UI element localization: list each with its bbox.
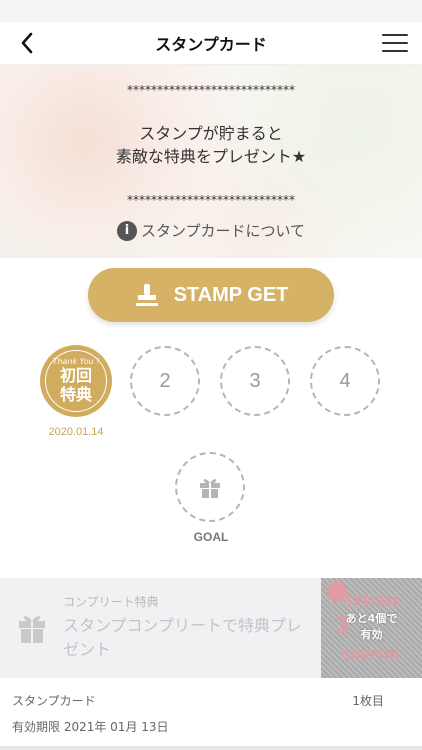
gift-icon xyxy=(19,615,45,643)
chevron-left-icon xyxy=(21,32,33,54)
stamp-get-button[interactable]: STAMP GET xyxy=(88,268,334,322)
thank-you-arc-text: Thank You ! xyxy=(52,357,100,366)
goal-slot xyxy=(175,452,245,522)
stamp-slot-3: 3 xyxy=(220,346,290,416)
bottom-divider xyxy=(0,746,422,750)
decorative-stars-top: **************************** xyxy=(127,83,295,97)
coupon-tag-badge xyxy=(327,582,347,602)
stamp-text-line-2: 特典 xyxy=(59,385,92,404)
info-icon: i xyxy=(116,220,137,241)
card-count: 1枚目 xyxy=(352,694,384,708)
hero-message-line-1: スタンプが貯まると xyxy=(139,124,283,143)
stamp-slot-1-stamped: Thank You ! 初回 特典 xyxy=(40,345,112,417)
coupon-thumbnail: SPECIAL 3 COUPON あと4個で 有効 xyxy=(321,578,422,678)
hero-message: スタンプが貯まると 素敵な特典をプレゼント★ xyxy=(0,122,422,168)
card-footer: スタンプカード 1枚目 有効期限 2021年 01月 13日 xyxy=(0,678,422,750)
status-bar xyxy=(0,0,422,22)
hero-message-line-2: 素敵な特典をプレゼント★ xyxy=(115,147,307,166)
coupon-remaining-overlay: あと4個で 有効 xyxy=(321,611,422,643)
goal-label: GOAL xyxy=(193,530,229,544)
coupon-label-text: COUPON xyxy=(341,648,399,662)
coupon-remaining-line-2: 有効 xyxy=(360,628,383,641)
about-stamp-card-label: スタンプカードについて xyxy=(140,222,306,240)
stamp-slot-2: 2 xyxy=(130,346,200,416)
page-title: スタンプカード xyxy=(155,35,267,54)
expiry-date: 有効期限 2021年 01月 13日 xyxy=(12,720,169,734)
stamp-date: 2020.01.14 xyxy=(48,426,104,438)
coupon-special-text: SPECIAL xyxy=(345,594,401,608)
stamp-icon xyxy=(135,284,158,306)
coupon-remaining-line-1: あと4個で xyxy=(345,612,398,625)
stamp-text-line-1: 初回 xyxy=(59,366,92,385)
complete-bonus-description: スタンプコンプリートで特典プレゼント xyxy=(63,616,303,659)
stamp-slot-4: 4 xyxy=(310,346,380,416)
card-label: スタンプカード xyxy=(12,694,96,708)
first-bonus-stamp-text: 初回 特典 xyxy=(60,366,92,404)
hamburger-menu-icon[interactable] xyxy=(382,30,408,56)
back-button[interactable] xyxy=(14,30,40,56)
decorative-stars-bottom: **************************** xyxy=(127,193,295,207)
stamp-get-label: STAMP GET xyxy=(173,283,289,306)
about-stamp-card-link[interactable]: i スタンプカードについて xyxy=(0,220,422,241)
hero-banner: **************************** スタンプが貯まると 素… xyxy=(0,65,422,258)
complete-bonus-label: コンプリート特典 xyxy=(63,595,159,609)
complete-bonus-section[interactable]: コンプリート特典 スタンプコンプリートで特典プレゼント SPECIAL 3 CO… xyxy=(0,578,422,678)
navigation-bar: スタンプカード xyxy=(0,22,422,65)
gift-icon xyxy=(200,479,220,498)
